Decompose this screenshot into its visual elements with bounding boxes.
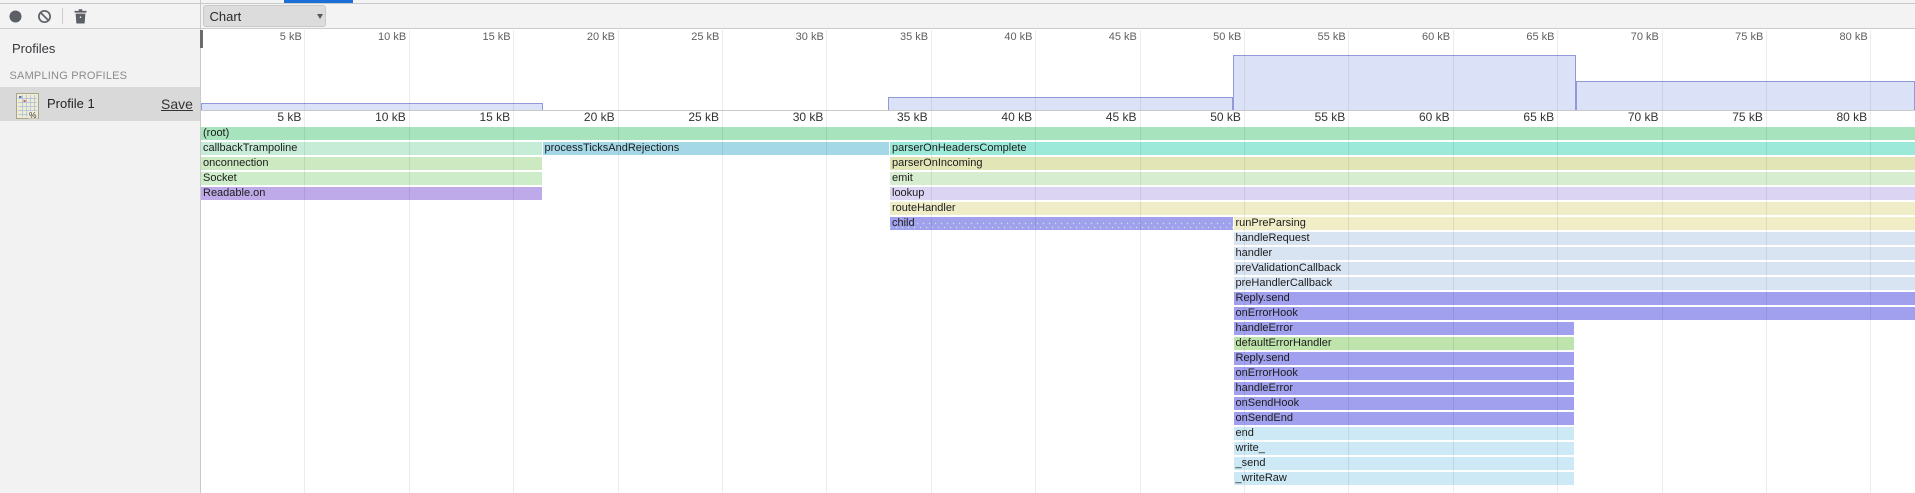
svg-text:%: %	[29, 110, 37, 119]
